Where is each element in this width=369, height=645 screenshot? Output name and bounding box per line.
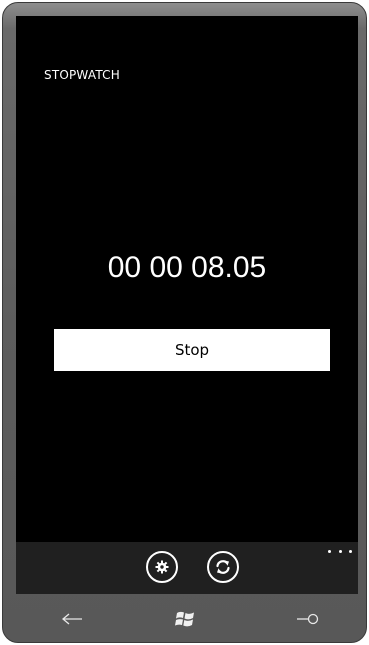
windows-logo-icon [175, 611, 194, 627]
reset-icon [216, 560, 230, 574]
hardware-button-bar [3, 594, 368, 644]
search-button[interactable] [278, 594, 338, 644]
phone-frame: STOPWATCH 00 00 08.05 Stop [2, 2, 367, 643]
application-bar [16, 542, 358, 594]
more-options-button[interactable] [328, 546, 352, 556]
reset-button[interactable] [207, 551, 239, 583]
back-arrow-icon [62, 613, 82, 625]
settings-button[interactable] [146, 551, 178, 583]
settings-icon [155, 560, 169, 574]
elapsed-time-display: 00 00 08.05 [107, 251, 267, 284]
phone-screen: STOPWATCH 00 00 08.05 Stop [16, 16, 358, 594]
ellipsis-icon [328, 549, 331, 553]
search-icon [297, 613, 319, 625]
stop-button[interactable]: Stop [54, 329, 330, 371]
app-title: STOPWATCH [44, 68, 120, 82]
back-button[interactable] [43, 594, 103, 644]
start-button[interactable] [156, 594, 216, 644]
